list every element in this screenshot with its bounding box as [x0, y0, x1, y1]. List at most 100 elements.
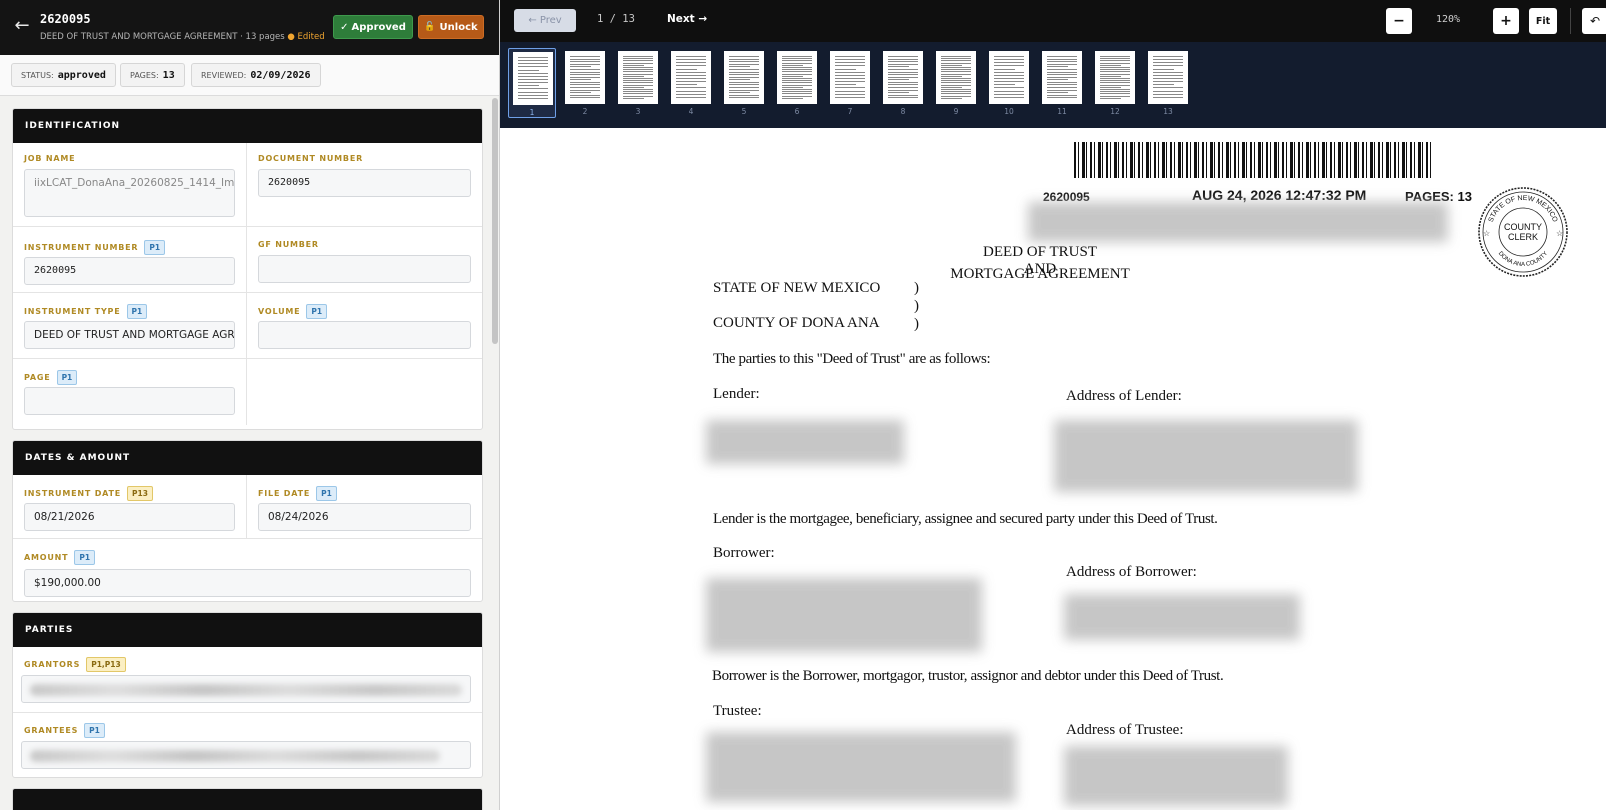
- county-clerk-seal: STATE OF NEW MEXICO DONA ANA COUNTY COUN…: [1478, 187, 1568, 277]
- zoom-in-button[interactable]: +: [1493, 8, 1519, 34]
- grantors-input[interactable]: [21, 675, 471, 703]
- page-thumbnail[interactable]: 4: [667, 48, 715, 118]
- instrument-date-field: INSTRUMENT DATE P13 08/21/2026: [13, 475, 247, 538]
- seal-center-line2: CLERK: [1508, 232, 1538, 242]
- pages-chip-label: PAGES:: [130, 70, 159, 80]
- redacted-block: [706, 420, 904, 464]
- zoom-level: 120%: [1436, 14, 1461, 25]
- checkmark-icon: ✓: [340, 21, 349, 33]
- thumbnail-number: 2: [582, 107, 588, 116]
- field-row: PAGE P1: [13, 359, 482, 425]
- page-thumbnail[interactable]: 11: [1038, 48, 1086, 118]
- page-source-badge: P1: [316, 486, 337, 501]
- page-thumbnail[interactable]: 6: [773, 48, 821, 118]
- document-title: 2620095: [40, 12, 91, 26]
- subtitle-separator: ·: [240, 32, 243, 42]
- instrument-number-label: INSTRUMENT NUMBER P1: [24, 240, 166, 255]
- redacted-block: [1054, 420, 1358, 492]
- page-label: PAGE P1: [24, 370, 78, 385]
- instrument-date-label: INSTRUMENT DATE P13: [24, 486, 153, 501]
- reviewed-chip: REVIEWED: 02/09/2026: [191, 63, 321, 87]
- thumbnail-number: 7: [847, 107, 853, 116]
- address-of-borrower-label: Address of Borrower:: [1066, 564, 1197, 580]
- page-thumbnail[interactable]: 5: [720, 48, 768, 118]
- panel-scrollbar[interactable]: [492, 98, 498, 344]
- back-arrow-icon[interactable]: ←: [12, 16, 32, 36]
- thumbnail-number: 8: [900, 107, 906, 116]
- file-date-input[interactable]: 08/24/2026: [258, 503, 471, 531]
- instrument-date-input[interactable]: 08/21/2026: [24, 503, 235, 531]
- thumbnail-number: 10: [1004, 107, 1014, 116]
- svg-text:STATE OF NEW MEXICO: STATE OF NEW MEXICO: [1488, 195, 1559, 224]
- thumbnail-page-preview: [513, 52, 553, 105]
- page-input[interactable]: [24, 387, 235, 415]
- page-thumbnail[interactable]: 3: [614, 48, 662, 118]
- volume-field: VOLUME P1: [247, 293, 482, 358]
- pages-chip-value: 13: [162, 69, 175, 81]
- page-field: PAGE P1: [13, 359, 247, 425]
- amount-input[interactable]: $190,000.00: [24, 569, 471, 597]
- field-row: INSTRUMENT NUMBER P1 2620095 GF NUMBER: [13, 227, 482, 293]
- grantees-input[interactable]: [21, 741, 471, 769]
- redacted-block: [1064, 594, 1300, 640]
- thumbnail-number: 3: [635, 107, 641, 116]
- file-date-field: FILE DATE P1 08/24/2026: [247, 475, 482, 538]
- pages-chip: PAGES: 13: [120, 63, 185, 87]
- page-thumbnail[interactable]: 9: [932, 48, 980, 118]
- rotate-icon[interactable]: ↶: [1582, 8, 1606, 34]
- page-label-text: PAGE: [24, 373, 51, 382]
- toolbar-divider: [1570, 8, 1571, 34]
- unlock-button[interactable]: 🔓 Unlock: [418, 15, 484, 39]
- section-title: DATES & AMOUNT: [13, 441, 482, 475]
- document-number-input[interactable]: 2620095: [258, 169, 471, 197]
- file-date-label-text: FILE DATE: [258, 489, 311, 498]
- page-thumbnail[interactable]: 8: [879, 48, 927, 118]
- thumbnail-page-preview: [618, 51, 658, 104]
- document-title-line2: MORTGAGE AGREEMENT: [950, 266, 1130, 282]
- page-thumbnail[interactable]: 1: [508, 48, 556, 118]
- page-source-badge: P1: [84, 723, 105, 738]
- amount-label-text: AMOUNT: [24, 553, 69, 562]
- thumbnail-number: 1: [529, 108, 535, 117]
- address-of-trustee-label: Address of Trustee:: [1066, 722, 1184, 738]
- review-header: ← 2620095 DEED OF TRUST AND MORTGAGE AGR…: [0, 0, 499, 55]
- instrument-type-label-text: INSTRUMENT TYPE: [24, 307, 121, 316]
- thumbnail-page-preview: [936, 51, 976, 104]
- lender-label: Lender:: [713, 386, 760, 402]
- instrument-number-input[interactable]: 2620095: [24, 257, 235, 285]
- document-review-app: ← 2620095 DEED OF TRUST AND MORTGAGE AGR…: [0, 0, 1606, 810]
- grantors-field: GRANTORS P1,P13: [13, 647, 482, 712]
- prev-page-button[interactable]: ← Prev: [514, 9, 576, 32]
- gf-number-input[interactable]: [258, 255, 471, 283]
- paren: ): [914, 280, 919, 296]
- edited-dot-icon: ●: [287, 32, 295, 42]
- thumbnail-page-preview: [989, 51, 1029, 104]
- amount-label: AMOUNT P1: [24, 550, 96, 565]
- approved-button[interactable]: ✓ Approved: [333, 15, 413, 39]
- recording-timestamp: AUG 24, 2026 12:47:32 PM: [1192, 187, 1367, 203]
- page-thumbnail[interactable]: 2: [561, 48, 609, 118]
- reviewed-chip-value: 02/09/2026: [250, 69, 311, 81]
- barcode-image: [1074, 142, 1432, 178]
- job-name-input[interactable]: iixLCAT_DonaAna_20260825_1414_Images: [24, 169, 235, 217]
- instrument-type-field: INSTRUMENT TYPE P1 DEED OF TRUST AND MORT…: [13, 293, 247, 358]
- instrument-type-label: INSTRUMENT TYPE P1: [24, 304, 148, 319]
- zoom-out-button[interactable]: −: [1386, 8, 1412, 34]
- redacted-block: [1028, 202, 1448, 242]
- metadata-panel: ← 2620095 DEED OF TRUST AND MORTGAGE AGR…: [0, 0, 500, 810]
- next-page-button[interactable]: Next →: [667, 13, 707, 25]
- page-thumbnail[interactable]: 13: [1144, 48, 1192, 118]
- page-thumbnail[interactable]: 10: [985, 48, 1033, 118]
- instrument-type-input[interactable]: DEED OF TRUST AND MORTGAGE AGREEMENT: [24, 321, 235, 349]
- page-thumbnail[interactable]: 7: [826, 48, 874, 118]
- redacted-block: [1064, 746, 1288, 806]
- volume-input[interactable]: [258, 321, 471, 349]
- thumbnail-number: 12: [1110, 107, 1120, 116]
- file-date-label: FILE DATE P1: [258, 486, 337, 501]
- state-text: STATE OF NEW MEXICO: [713, 280, 881, 296]
- job-name-label: JOB NAME: [24, 154, 75, 163]
- fit-button[interactable]: Fit: [1529, 8, 1557, 34]
- redacted-value: [30, 750, 440, 762]
- page-thumbnail[interactable]: 12: [1091, 48, 1139, 118]
- fields-scroll-area[interactable]: IDENTIFICATION JOB NAME iixLCAT_DonaAna_…: [0, 96, 490, 810]
